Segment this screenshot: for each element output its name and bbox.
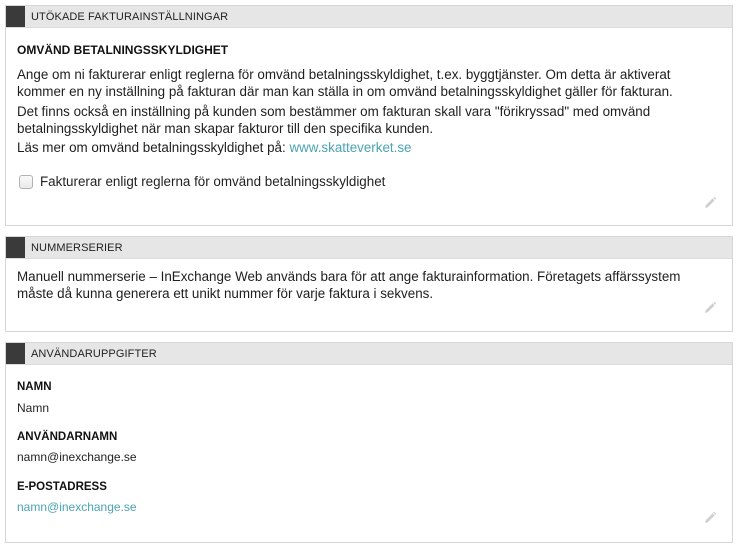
number-series-section: NUMMERSERIER Manuell nummerserie – InExc… bbox=[5, 236, 733, 332]
reverse-charge-description: Ange om ni fakturerar enligt reglerna fö… bbox=[17, 67, 673, 99]
pencil-icon[interactable] bbox=[703, 511, 717, 525]
username-label: ANVÄNDARNAMN bbox=[17, 431, 118, 443]
reverse-charge-checkbox-row[interactable]: Fakturerar enligt reglerna för omvänd be… bbox=[19, 173, 385, 190]
number-series-description: Manuell nummerserie – InExchange Web anv… bbox=[17, 269, 681, 301]
read-more-line: Läs mer om omvänd betalningsskyldighet p… bbox=[17, 139, 717, 156]
section-body: NAMN Namn ANVÄNDARNAMN namn@inexchange.s… bbox=[6, 365, 732, 544]
section-body: OMVÄND BETALNINGSSKYLDIGHET Ange om ni f… bbox=[6, 28, 732, 227]
section-marker bbox=[6, 6, 25, 27]
section-header: ANVÄNDARUPPGIFTER bbox=[6, 343, 732, 365]
name-label: NAMN bbox=[17, 381, 52, 393]
name-value: Namn bbox=[17, 401, 50, 415]
section-marker bbox=[6, 343, 25, 364]
section-title: ANVÄNDARUPPGIFTER bbox=[31, 347, 157, 360]
username-value: namn@inexchange.se bbox=[17, 450, 137, 464]
read-more-text: Läs mer om omvänd betalningsskyldighet p… bbox=[17, 140, 286, 155]
skatteverket-link[interactable]: www.skatteverket.se bbox=[289, 140, 411, 155]
customer-setting-description: Det finns också en inställning på kunden… bbox=[17, 104, 651, 136]
invoice-settings-section: UTÖKADE FAKTURAINSTÄLLNINGAR OMVÄND BETA… bbox=[5, 5, 733, 226]
section-header: UTÖKADE FAKTURAINSTÄLLNINGAR bbox=[6, 6, 732, 28]
reverse-charge-checkbox-label[interactable]: Fakturerar enligt reglerna för omvänd be… bbox=[40, 173, 385, 190]
reverse-charge-title: OMVÄND BETALNINGSSKYLDIGHET bbox=[17, 43, 229, 57]
section-body: Manuell nummerserie – InExchange Web anv… bbox=[6, 259, 732, 333]
section-marker bbox=[6, 237, 25, 258]
email-link[interactable]: namn@inexchange.se bbox=[17, 499, 137, 516]
pencil-icon[interactable] bbox=[703, 196, 717, 210]
email-label: E-POSTADRESS bbox=[17, 481, 107, 493]
reverse-charge-checkbox[interactable] bbox=[19, 174, 33, 189]
user-info-section: ANVÄNDARUPPGIFTER NAMN Namn ANVÄNDARNAMN… bbox=[5, 342, 733, 543]
section-header: NUMMERSERIER bbox=[6, 237, 732, 259]
section-title: UTÖKADE FAKTURAINSTÄLLNINGAR bbox=[31, 10, 229, 23]
pencil-icon[interactable] bbox=[703, 301, 717, 315]
section-title: NUMMERSERIER bbox=[31, 241, 123, 254]
